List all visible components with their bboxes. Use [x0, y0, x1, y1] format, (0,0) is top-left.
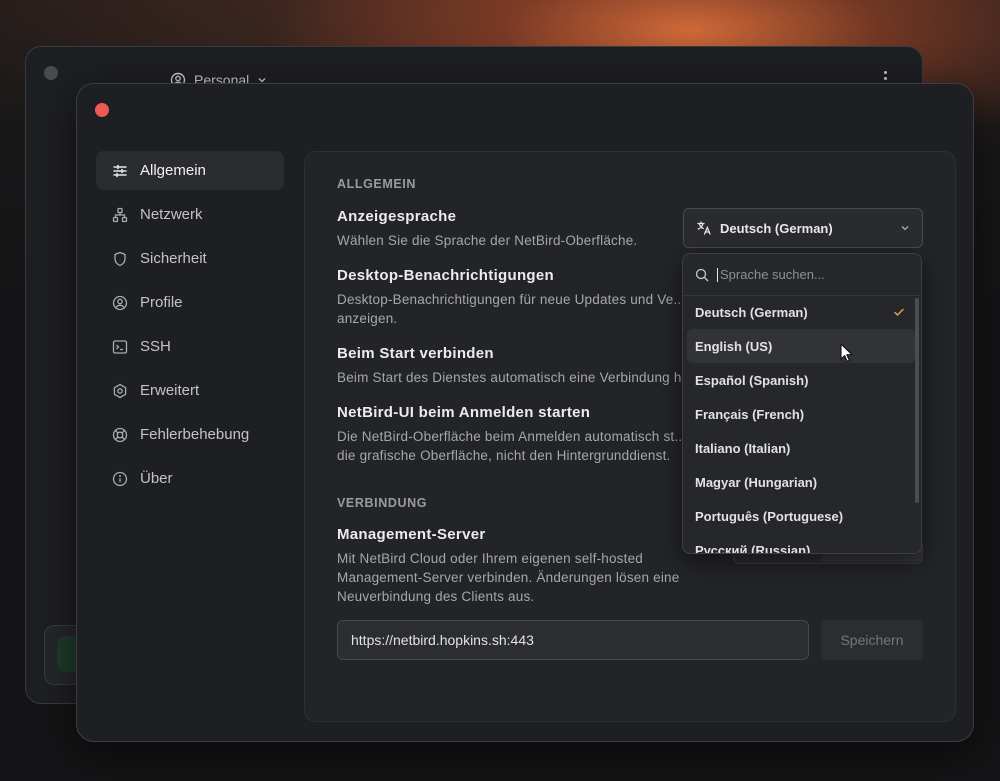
sidebar-item-erweitert[interactable]: Erweitert: [96, 371, 284, 410]
section-title-connection: VERBINDUNG: [337, 496, 428, 510]
setting-label: Management-Server: [337, 526, 486, 543]
sidebar-item-ueber[interactable]: Über: [96, 459, 284, 498]
chevron-down-icon: [901, 226, 909, 231]
network-icon: [112, 207, 128, 222]
language-search[interactable]: [683, 254, 921, 296]
language-select-value: Deutsch (German): [720, 220, 833, 236]
setting-label: NetBird-UI beim Anmelden starten: [337, 404, 591, 421]
window-dot: [44, 66, 58, 80]
setting-management-server: Management-Server Mit NetBird Cloud oder…: [337, 526, 712, 606]
setting-notifications: Desktop-Benachrichtigungen Desktop-Benac…: [337, 267, 707, 328]
sliders-icon: [113, 164, 127, 177]
setting-description: Beim Start des Dienstes automatisch eine…: [337, 370, 694, 385]
language-option-label: Русский (Russian): [695, 542, 811, 554]
sidebar-item-label: Über: [140, 470, 173, 487]
sidebar-item-label: Netzwerk: [140, 206, 203, 223]
shield-icon: [114, 251, 126, 266]
language-option[interactable]: Português (Portuguese): [687, 499, 915, 533]
search-icon: [695, 268, 709, 281]
language-option-label: Português (Portuguese): [695, 508, 844, 524]
language-option-label: Español (Spanish): [695, 372, 809, 388]
translate-icon: [697, 221, 711, 235]
text-caret: [717, 267, 718, 282]
language-dropdown: Deutsch (German) English (US) Español (S…: [682, 253, 922, 554]
language-option[interactable]: Español (Spanish): [687, 363, 915, 397]
setting-label: Beim Start verbinden: [337, 345, 494, 362]
save-button-label: Speichern: [840, 632, 904, 648]
setting-description: Mit NetBird Cloud oder Ihrem eigenen sel…: [337, 551, 680, 604]
language-option[interactable]: Deutsch (German): [687, 295, 915, 329]
dropdown-scrollbar[interactable]: [915, 298, 919, 503]
sidebar-item-netzwerk[interactable]: Netzwerk: [96, 195, 284, 234]
language-option-label: English (US): [695, 338, 773, 354]
sidebar-item-ssh[interactable]: SSH: [96, 327, 284, 366]
language-option[interactable]: Français (French): [687, 397, 915, 431]
terminal-icon: [112, 339, 128, 354]
language-option-label: Français (French): [695, 406, 805, 422]
language-option[interactable]: Русский (Russian): [687, 533, 915, 554]
language-options-list: Deutsch (German) English (US) Español (S…: [687, 295, 915, 554]
sidebar-item-label: Profile: [140, 294, 183, 311]
sidebar-item-label: Allgemein: [140, 162, 206, 179]
management-url-input[interactable]: https://netbird.hopkins.sh:443: [337, 620, 809, 660]
language-option[interactable]: English (US): [687, 329, 915, 363]
user-circle-icon: [112, 295, 128, 310]
check-icon: [894, 308, 904, 317]
language-option[interactable]: Italiano (Italian): [687, 431, 915, 465]
setting-label: Desktop-Benachrichtigungen: [337, 267, 554, 284]
sidebar-item-profile[interactable]: Profile: [96, 283, 284, 322]
settings-sidebar: Allgemein Netzwerk Sicherheit Profile SS…: [96, 151, 284, 503]
close-button[interactable]: [95, 103, 109, 117]
sidebar-item-label: Sicherheit: [140, 250, 207, 267]
language-option-label: Italiano (Italian): [695, 440, 791, 456]
sidebar-item-label: Erweitert: [140, 382, 200, 399]
sidebar-item-allgemein[interactable]: Allgemein: [96, 151, 284, 190]
lifebuoy-icon: [112, 427, 128, 442]
management-url-value: https://netbird.hopkins.sh:443: [351, 632, 534, 648]
info-icon: [112, 471, 128, 486]
save-button[interactable]: Speichern: [821, 620, 923, 660]
setting-language: Anzeigesprache Wählen Sie die Sprache de…: [337, 208, 707, 250]
language-option[interactable]: Magyar (Hungarian): [687, 465, 915, 499]
setting-label: Anzeigesprache: [337, 208, 457, 225]
language-search-input[interactable]: [720, 267, 900, 282]
language-option-label: Deutsch (German): [695, 304, 808, 320]
language-option-label: Magyar (Hungarian): [695, 474, 818, 490]
sidebar-item-label: SSH: [140, 338, 171, 355]
mouse-cursor-icon: [840, 343, 853, 362]
setting-description: Desktop-Benachrichtigungen für neue Upda…: [337, 292, 686, 326]
language-select[interactable]: Deutsch (German): [683, 208, 923, 248]
setting-connect-on-start: Beim Start verbinden Beim Start des Dien…: [337, 345, 707, 387]
sidebar-item-label: Fehlerbehebung: [140, 426, 250, 443]
setting-ui-on-login: NetBird-UI beim Anmelden starten Die Net…: [337, 404, 707, 465]
sidebar-item-fehlerbehebung[interactable]: Fehlerbehebung: [96, 415, 284, 454]
setting-description: Die NetBird-Oberfläche beim Anmelden aut…: [337, 429, 687, 463]
section-title-general: ALLGEMEIN: [337, 177, 417, 191]
setting-description: Wählen Sie die Sprache der NetBird-Oberf…: [337, 233, 638, 248]
hexagon-gear-icon: [113, 383, 127, 398]
sidebar-item-sicherheit[interactable]: Sicherheit: [96, 239, 284, 278]
